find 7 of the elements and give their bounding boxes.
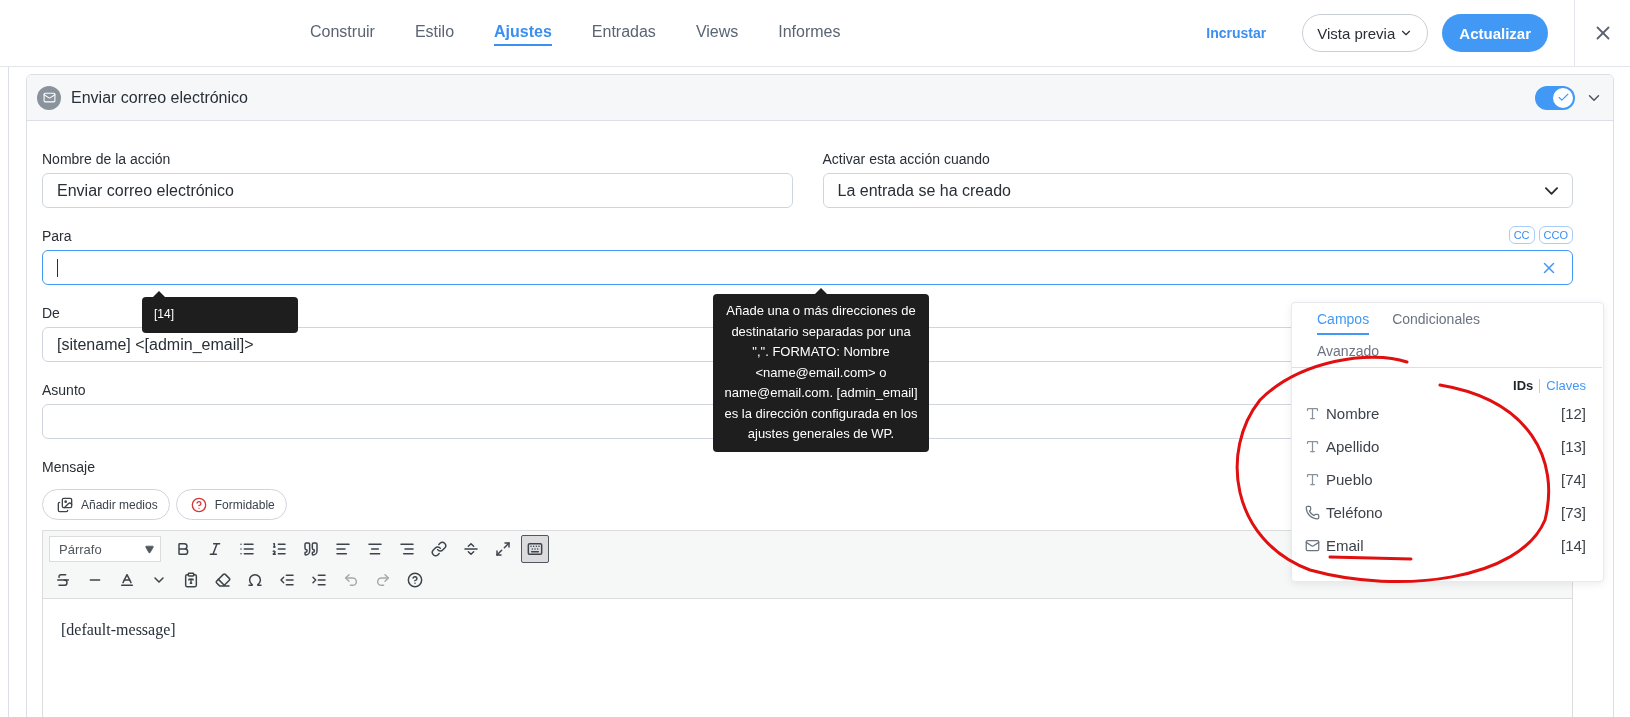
field-label: Activar esta acción cuando (822, 151, 990, 167)
field-label: De (42, 305, 60, 321)
field-label: Asunto (42, 382, 86, 398)
field-label: Para (42, 228, 72, 244)
action-title: Enviar correo electrónico (71, 88, 248, 107)
field-label: Nombre de la acción (42, 151, 171, 167)
field-label: Mensaje (42, 459, 95, 475)
